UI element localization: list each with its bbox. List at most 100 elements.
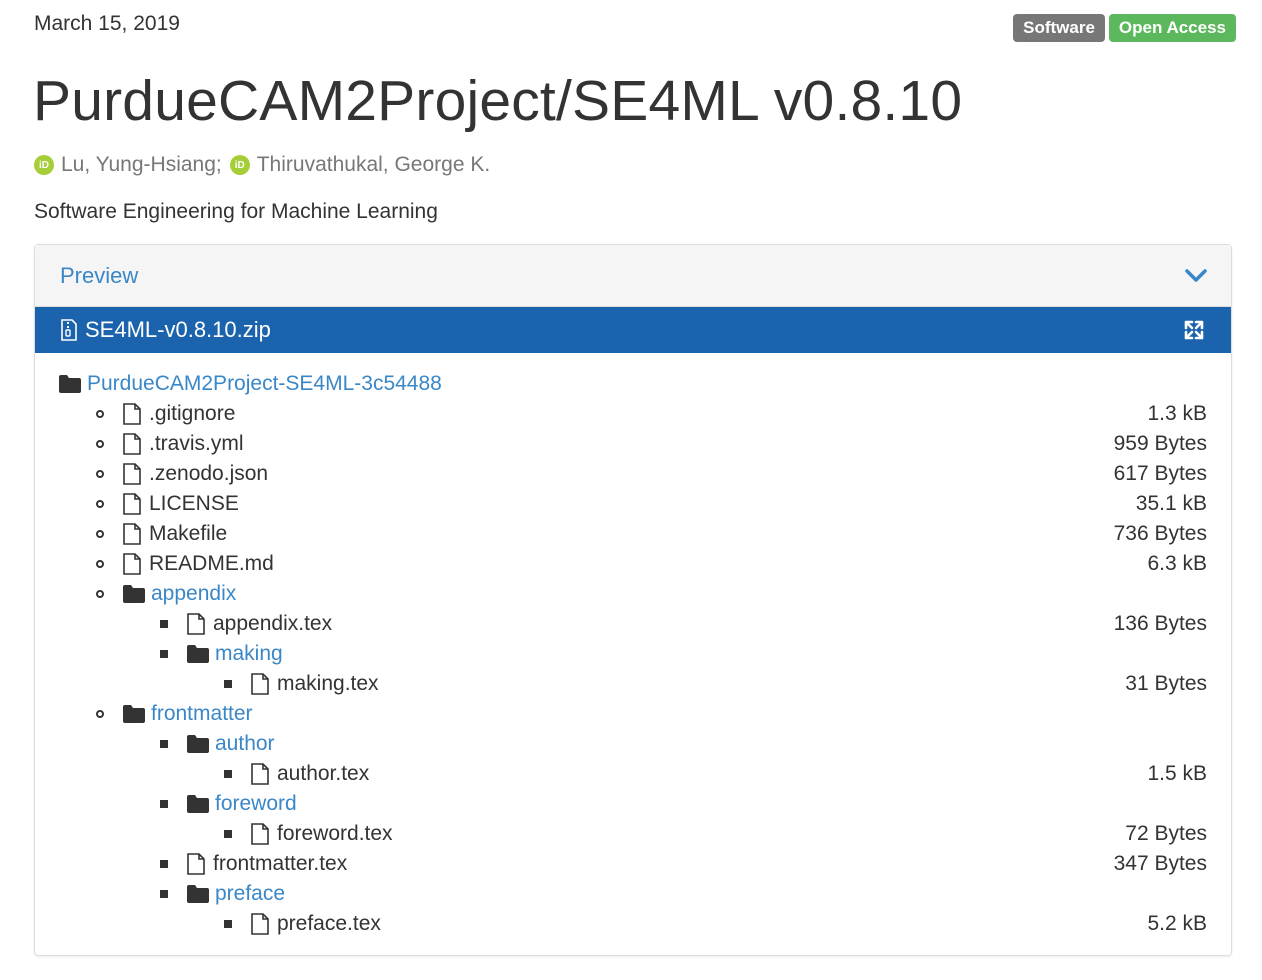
- list-bullet: [224, 770, 232, 778]
- list-bullet: [160, 740, 168, 748]
- file-name: appendix.tex: [213, 612, 333, 635]
- orcid-icon[interactable]: iD: [229, 155, 250, 175]
- list-bullet: [160, 890, 168, 898]
- file-name: Makefile: [149, 522, 228, 545]
- file-name: .travis.yml: [149, 432, 244, 455]
- folder-icon: [59, 375, 81, 393]
- badge-software: Software: [1013, 14, 1105, 42]
- chevron-down-icon[interactable]: [1185, 268, 1207, 283]
- folder-name[interactable]: preface: [215, 882, 285, 906]
- tree-folder-row[interactable]: preface: [35, 879, 1231, 909]
- tree-file-row: Makefile 736 Bytes: [35, 519, 1231, 549]
- folder-name[interactable]: making: [215, 642, 283, 666]
- tree-file-row: README.md 6.3 kB: [35, 549, 1231, 579]
- file-name: making.tex: [277, 672, 379, 695]
- file-bar: SE4ML-v0.8.10.zip: [35, 307, 1231, 353]
- file-icon: [251, 823, 269, 845]
- tree-folder-row[interactable]: foreword: [35, 789, 1231, 819]
- list-bullet: [96, 560, 104, 568]
- list-bullet: [224, 680, 232, 688]
- preview-title[interactable]: Preview: [60, 263, 138, 289]
- tree-folder-row[interactable]: making: [35, 639, 1231, 669]
- file-name: foreword.tex: [277, 822, 393, 845]
- list-bullet: [96, 500, 104, 508]
- tree-file-row: .zenodo.json 617 Bytes: [35, 459, 1231, 489]
- folder-icon: [187, 735, 209, 753]
- list-bullet: [160, 800, 168, 808]
- tree-file-row: author.tex 1.5 kB: [35, 759, 1231, 789]
- list-bullet: [160, 860, 168, 868]
- tree-folder-row[interactable]: author: [35, 729, 1231, 759]
- file-icon: [123, 463, 141, 485]
- file-name: frontmatter.tex: [213, 852, 348, 875]
- file-icon: [123, 553, 141, 575]
- author-link[interactable]: Thiruvathukal, George K.: [257, 153, 490, 177]
- file-archive-icon: [61, 319, 77, 341]
- file-icon: [123, 403, 141, 425]
- file-name: README.md: [149, 552, 274, 575]
- list-bullet: [160, 620, 168, 628]
- list-bullet: [96, 710, 104, 718]
- file-icon: [123, 433, 141, 455]
- file-size: 72 Bytes: [1125, 822, 1207, 845]
- tree-folder-row[interactable]: appendix: [35, 579, 1231, 609]
- tree-file-row: LICENSE 35.1 kB: [35, 489, 1231, 519]
- file-name: author.tex: [277, 762, 370, 785]
- list-bullet: [96, 530, 104, 538]
- file-size: 1.5 kB: [1147, 762, 1207, 785]
- file-icon: [123, 523, 141, 545]
- file-size: 5.2 kB: [1147, 912, 1207, 935]
- file-size: 617 Bytes: [1113, 462, 1207, 485]
- tree-file-row: .travis.yml 959 Bytes: [35, 429, 1231, 459]
- expand-icon[interactable]: [1183, 319, 1205, 341]
- publication-date: March 15, 2019: [34, 12, 180, 35]
- folder-icon: [187, 885, 209, 903]
- file-size: 6.3 kB: [1147, 552, 1207, 575]
- preview-panel: Preview SE4ML-v0.8.10.zip PurdueCAM2Proj…: [34, 244, 1232, 956]
- file-icon: [251, 913, 269, 935]
- folder-name[interactable]: author: [215, 732, 275, 756]
- tree-folder-row[interactable]: PurdueCAM2Project-SE4ML-3c54488: [35, 369, 1231, 399]
- author-link[interactable]: Lu, Yung-Hsiang;: [61, 153, 222, 177]
- author-list: iD Lu, Yung-Hsiang; iD Thiruvathukal, Ge…: [34, 153, 492, 177]
- list-bullet: [96, 440, 104, 448]
- list-bullet: [96, 590, 104, 598]
- file-size: 736 Bytes: [1113, 522, 1207, 545]
- badge-open-access: Open Access: [1108, 14, 1236, 42]
- file-icon: [187, 613, 205, 635]
- folder-name[interactable]: frontmatter: [151, 702, 253, 726]
- list-bullet: [160, 650, 168, 658]
- tree-folder-row[interactable]: frontmatter: [35, 699, 1231, 729]
- file-name: SE4ML-v0.8.10.zip: [85, 317, 271, 342]
- file-icon: [123, 493, 141, 515]
- file-name: preface.tex: [277, 912, 381, 935]
- file-name: LICENSE: [149, 492, 239, 515]
- folder-icon: [123, 585, 145, 603]
- record-title: PurdueCAM2Project/SE4ML v0.8.10: [33, 69, 963, 133]
- folder-name[interactable]: PurdueCAM2Project-SE4ML-3c54488: [87, 372, 442, 396]
- tree-file-row: frontmatter.tex 347 Bytes: [35, 849, 1231, 879]
- tree-file-row: .gitignore 1.3 kB: [35, 399, 1231, 429]
- list-bullet: [96, 410, 104, 418]
- file-size: 1.3 kB: [1147, 402, 1207, 425]
- folder-icon: [187, 795, 209, 813]
- tree-file-row: appendix.tex 136 Bytes: [35, 609, 1231, 639]
- file-icon: [187, 853, 205, 875]
- list-bullet: [224, 830, 232, 838]
- file-size: 136 Bytes: [1113, 612, 1207, 635]
- folder-name[interactable]: appendix: [151, 582, 236, 606]
- orcid-icon[interactable]: iD: [34, 155, 54, 175]
- list-bullet: [96, 470, 104, 478]
- tree-file-row: preface.tex 5.2 kB: [35, 909, 1231, 939]
- file-size: 347 Bytes: [1113, 852, 1207, 875]
- preview-panel-header[interactable]: Preview: [35, 245, 1231, 307]
- folder-name[interactable]: foreword: [215, 792, 297, 816]
- file-icon: [251, 673, 269, 695]
- file-size: 959 Bytes: [1113, 432, 1207, 455]
- folder-icon: [123, 705, 145, 723]
- record-description: Software Engineering for Machine Learnin…: [34, 200, 438, 223]
- file-name: .zenodo.json: [149, 462, 269, 485]
- list-bullet: [224, 920, 232, 928]
- file-size: 31 Bytes: [1125, 672, 1207, 695]
- tree-file-row: making.tex 31 Bytes: [35, 669, 1231, 699]
